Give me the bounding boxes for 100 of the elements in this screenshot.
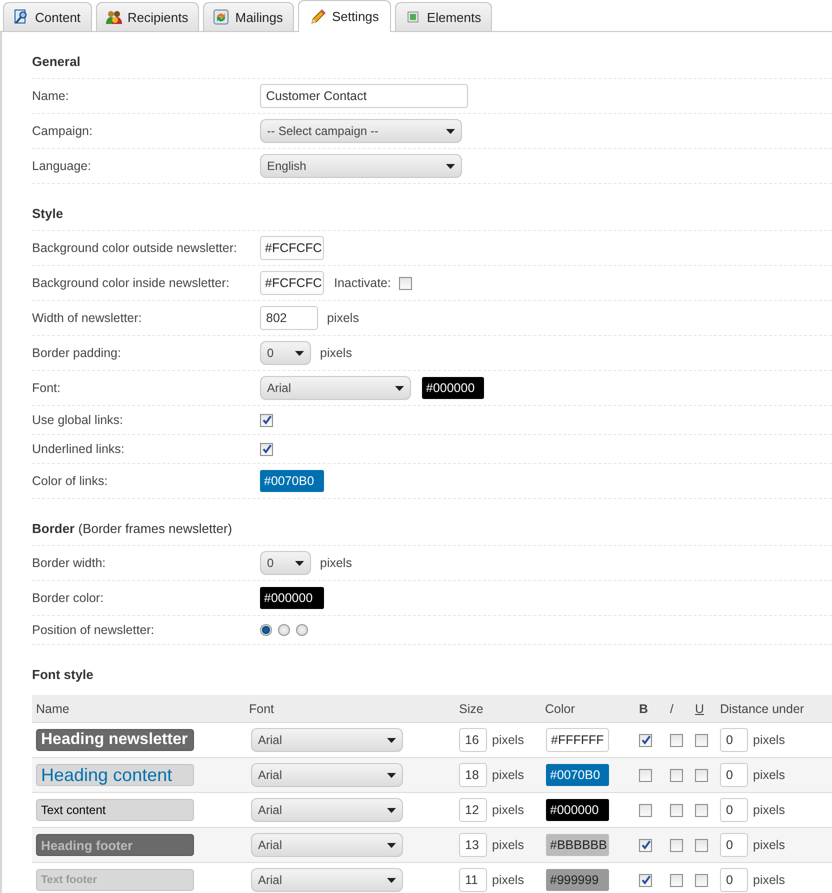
checkbox[interactable] [695, 804, 708, 816]
unit-label: pixels [492, 803, 524, 817]
field-label: Use global links: [32, 413, 124, 427]
pencil-icon [310, 8, 326, 24]
distance-field[interactable]: 0 [720, 833, 748, 857]
radio-button[interactable] [260, 624, 272, 636]
dropdown[interactable]: 0 [260, 551, 311, 575]
color-field[interactable]: #000000 [260, 587, 324, 609]
caret-icon [387, 878, 396, 882]
document-icon [13, 9, 29, 25]
tab[interactable]: Recipients [96, 2, 200, 31]
checkbox[interactable] [670, 768, 683, 782]
dropdown[interactable]: 0 [260, 341, 311, 365]
checkbox[interactable] [639, 768, 652, 782]
distance-field[interactable]: 0 [720, 728, 748, 752]
color-field[interactable]: #FCFCFC [260, 271, 324, 295]
unit-label: pixels [492, 838, 524, 852]
people-icon [106, 9, 122, 25]
dropdown[interactable]: Arial [251, 868, 403, 892]
color-field[interactable]: #0070B0 [546, 764, 609, 786]
unit-label: pixels [320, 556, 352, 570]
field-label: Color of links: [32, 474, 109, 488]
tab[interactable]: Content [3, 2, 92, 31]
field-label: Border padding: [32, 346, 122, 360]
checkbox[interactable] [639, 734, 652, 746]
dropdown[interactable]: Arial [251, 728, 403, 752]
unit-label: pixels [753, 733, 785, 747]
checkbox[interactable] [670, 804, 683, 816]
checkbox[interactable] [695, 734, 708, 746]
color-field[interactable]: #BBBBBB [546, 834, 609, 856]
size-field[interactable]: 18 [459, 763, 487, 787]
size-field[interactable]: 16 [459, 728, 487, 752]
checkbox[interactable] [260, 442, 273, 456]
color-field[interactable]: #FFFFFF [546, 728, 609, 752]
checkbox[interactable] [260, 414, 273, 426]
size-field[interactable]: 11 [459, 868, 487, 892]
unit-label: pixels [753, 873, 785, 887]
caret-icon [387, 808, 396, 812]
radio-button[interactable] [278, 624, 290, 636]
field-label: Width of newsletter: [32, 311, 143, 325]
section-title: General [32, 54, 80, 69]
caret-icon [446, 128, 455, 134]
checkbox[interactable] [639, 838, 652, 852]
text-field[interactable]: Customer Contact [260, 84, 468, 108]
section-title: Border [32, 521, 75, 536]
checkbox[interactable] [670, 734, 683, 746]
checkbox[interactable] [695, 838, 708, 852]
image-icon [404, 9, 421, 25]
unit-label: pixels [320, 346, 352, 360]
unit-label: pixels [753, 838, 785, 852]
caret-icon [387, 842, 396, 848]
refresh-icon [213, 9, 230, 25]
distance-field[interactable]: 0 [720, 763, 748, 787]
style-preview: Heading newsletter [36, 729, 194, 751]
checkbox[interactable] [670, 874, 683, 886]
size-field[interactable]: 13 [459, 833, 487, 857]
distance-field[interactable]: 0 [720, 798, 748, 822]
style-preview: Heading content [36, 764, 194, 786]
checkbox[interactable] [695, 874, 708, 886]
dropdown[interactable]: Arial [251, 798, 403, 822]
color-field[interactable]: #0070B0 [260, 470, 324, 492]
field-label: Underlined links: [32, 442, 126, 456]
unit-label: pixels [753, 803, 785, 817]
field-label: Font: [32, 381, 62, 395]
style-preview: Text content [36, 799, 194, 821]
checkbox[interactable] [695, 768, 708, 782]
field-label: Background color inside newsletter: [32, 276, 230, 290]
size-field[interactable]: 12 [459, 798, 487, 822]
color-field[interactable]: #000000 [422, 377, 484, 399]
color-field[interactable]: #000000 [546, 799, 609, 821]
color-field[interactable]: #999999 [546, 869, 609, 891]
dropdown[interactable]: Arial [251, 763, 403, 787]
dropdown[interactable]: Arial [251, 833, 403, 857]
column-header: B [638, 702, 650, 716]
tab[interactable]: Elements [394, 2, 492, 31]
section-note: (Border frames newsletter) [78, 521, 232, 536]
unit-label: pixels [753, 768, 785, 782]
unit-label: pixels [492, 873, 524, 887]
distance-field[interactable]: 0 [720, 868, 748, 892]
checkbox[interactable] [398, 276, 412, 290]
checkbox[interactable] [639, 804, 652, 816]
style-preview: Heading footer [36, 834, 194, 856]
checkbox[interactable] [670, 838, 683, 852]
color-field[interactable]: #FCFCFC [260, 236, 324, 260]
field-label: Position of newsletter: [32, 623, 156, 637]
field-label: Inactivate: [334, 276, 391, 290]
section-title: Font style [32, 667, 94, 682]
tab[interactable]: Settings [298, 0, 391, 32]
tab[interactable]: Mailings [203, 2, 294, 31]
style-preview: Text footer [36, 869, 194, 891]
dropdown[interactable]: Arial [260, 376, 411, 400]
dropdown[interactable]: English [260, 154, 462, 178]
radio-button[interactable] [296, 624, 308, 636]
field-label: Border color: [32, 591, 105, 605]
text-field[interactable]: 802 [260, 306, 318, 330]
checkbox[interactable] [639, 874, 652, 886]
caret-icon [387, 772, 396, 778]
unit-label: pixels [492, 733, 524, 747]
dropdown[interactable]: -- Select campaign -- [260, 119, 462, 143]
field-label: Background color outside newsletter: [32, 241, 238, 255]
